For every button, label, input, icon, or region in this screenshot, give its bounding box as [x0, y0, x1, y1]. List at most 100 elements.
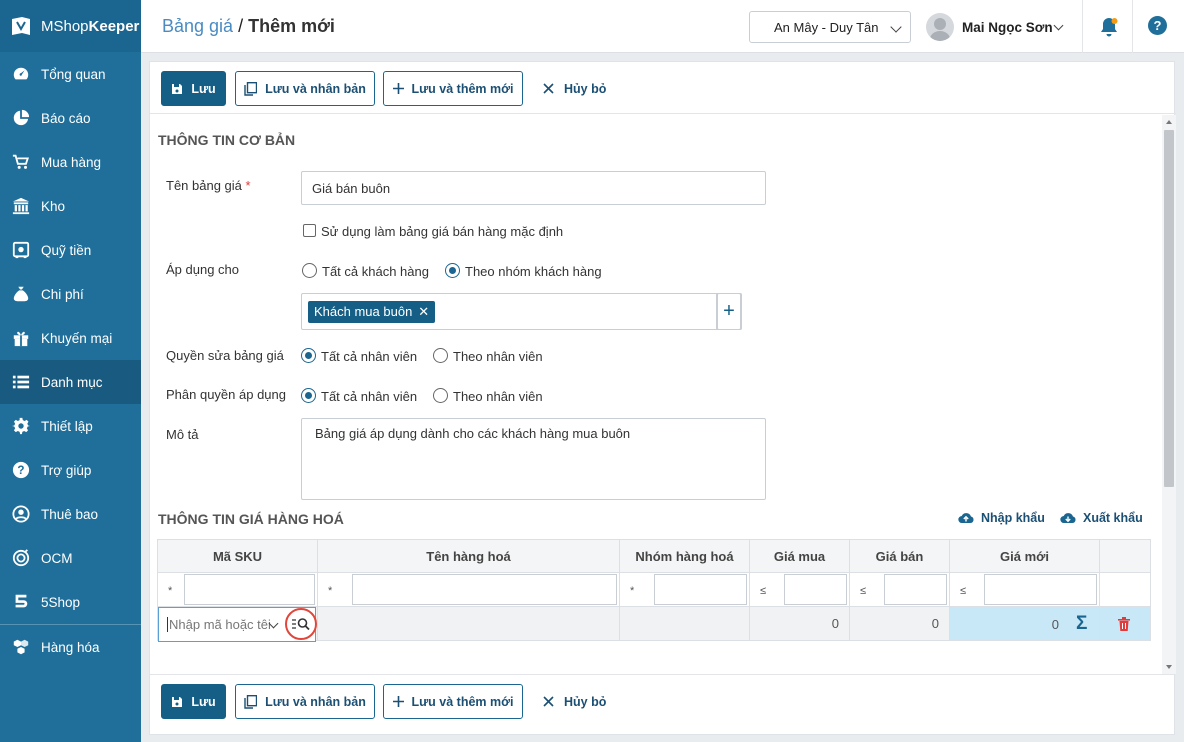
- sidebar-item-purchasing[interactable]: Mua hàng: [0, 140, 141, 184]
- filter-input[interactable]: [984, 574, 1097, 605]
- filter-input[interactable]: [654, 574, 747, 605]
- sidebar-item-label: Hàng hóa: [41, 639, 100, 655]
- column-header-sku[interactable]: Mã SKU: [157, 539, 318, 573]
- 5shop-icon: [11, 592, 31, 612]
- filter-new-price[interactable]: ≤: [949, 572, 1100, 607]
- save-copy-button[interactable]: Lưu và nhân bản: [235, 684, 375, 719]
- sidebar-item-label: Báo cáo: [41, 110, 91, 126]
- column-header-cost[interactable]: Giá mua: [749, 539, 850, 573]
- save-new-button[interactable]: Lưu và thêm mới: [383, 71, 523, 106]
- bottom-toolbar: Lưu Lưu và nhân bản Lưu và thêm mới Hủy …: [150, 674, 1176, 726]
- brand-logo[interactable]: MShopKeeper: [0, 0, 141, 52]
- form-scroll-area[interactable]: THÔNG TIN CƠ BẢN Tên bảng giá * Giá bán …: [150, 115, 1176, 674]
- sidebar-item-reports[interactable]: Báo cáo: [0, 96, 141, 140]
- column-header-name[interactable]: Tên hàng hoá: [317, 539, 620, 573]
- branch-select[interactable]: An Mây - Duy Tân: [749, 11, 911, 43]
- sidebar-item-overview[interactable]: Tổng quan: [0, 52, 141, 96]
- save-copy-button[interactable]: Lưu và nhân bản: [235, 71, 375, 106]
- column-header-actions: [1099, 539, 1151, 573]
- apply-all-customers-radio[interactable]: [302, 263, 317, 278]
- filter-input[interactable]: [784, 574, 847, 605]
- edit-all-staff-radio[interactable]: [301, 348, 316, 363]
- column-header-group[interactable]: Nhóm hàng hoá: [619, 539, 750, 573]
- column-header-new-price[interactable]: Giá mới: [949, 539, 1100, 573]
- bell-icon[interactable]: [1098, 16, 1120, 38]
- sidebar-item-help[interactable]: ? Trợ giúp: [0, 448, 141, 492]
- apply-all-staff-radio[interactable]: [301, 388, 316, 403]
- cancel-button[interactable]: Hủy bỏ: [543, 684, 606, 719]
- sidebar-item-label: Khuyến mại: [41, 330, 113, 346]
- cancel-label: Hủy bỏ: [564, 694, 607, 709]
- default-price-list-label: Sử dụng làm bảng giá bán hàng mặc định: [321, 224, 564, 239]
- cancel-button[interactable]: Hủy bỏ: [543, 71, 606, 106]
- filter-input[interactable]: [352, 574, 617, 605]
- avatar[interactable]: [926, 13, 954, 41]
- import-button[interactable]: Nhập khẩu: [958, 511, 1045, 525]
- boxes-icon: [11, 637, 31, 657]
- filter-price[interactable]: ≤: [849, 572, 950, 607]
- plus-icon: [392, 83, 404, 94]
- apply-by-staff-label: Theo nhân viên: [453, 389, 543, 404]
- apply-customer-group-radio[interactable]: [445, 263, 460, 278]
- ocm-icon: [11, 548, 31, 568]
- close-icon: [543, 696, 554, 707]
- table-row: Nhập mã hoặc têi 0 0 0 Σ: [157, 606, 1151, 642]
- breadcrumb-separator: /: [233, 16, 249, 36]
- default-price-list-checkbox[interactable]: [303, 224, 316, 237]
- edit-by-staff-radio[interactable]: [433, 348, 448, 363]
- sidebar-item-label: Danh mục: [41, 374, 103, 390]
- apply-by-staff-radio[interactable]: [433, 388, 448, 403]
- remove-tag-icon[interactable]: ✕: [418, 304, 429, 320]
- copy-icon: [244, 81, 258, 96]
- sidebar-item-subscription[interactable]: Thuê bao: [0, 492, 141, 536]
- trash-icon[interactable]: [1118, 617, 1130, 631]
- filter-cost[interactable]: ≤: [749, 572, 850, 607]
- page-title: Bảng giá / Thêm mới: [162, 16, 335, 37]
- filter-group[interactable]: *: [619, 572, 750, 607]
- filter-name[interactable]: *: [317, 572, 620, 607]
- chevron-down-icon[interactable]: [1053, 20, 1064, 31]
- export-button[interactable]: Xuất khẩu: [1060, 511, 1143, 525]
- top-header: Bảng giá / Thêm mới An Mây - Duy Tân Mai…: [141, 0, 1184, 53]
- gift-icon: [11, 328, 31, 348]
- save-button[interactable]: Lưu: [161, 684, 226, 719]
- scroll-down-arrow-icon[interactable]: [1166, 665, 1172, 669]
- scroll-up-arrow-icon[interactable]: [1166, 120, 1172, 124]
- vertical-scrollbar[interactable]: [1162, 115, 1176, 674]
- save-button[interactable]: Lưu: [161, 71, 226, 106]
- price-list-name-input[interactable]: Giá bán buôn: [301, 171, 766, 205]
- filter-sku[interactable]: *: [157, 572, 318, 607]
- customer-group-select[interactable]: Khách mua buôn ✕: [301, 293, 742, 330]
- brand-name: MShopKeeper: [41, 17, 140, 35]
- cart-icon: [11, 152, 31, 172]
- save-copy-label: Lưu và nhân bản: [265, 694, 366, 709]
- help-icon[interactable]: ?: [1148, 16, 1167, 35]
- sidebar-item-goods[interactable]: Hàng hóa: [0, 625, 141, 669]
- sidebar-item-5shop[interactable]: 5Shop: [0, 580, 141, 624]
- apply-customer-group-label: Theo nhóm khách hàng: [465, 264, 602, 279]
- product-search-button[interactable]: [285, 608, 317, 640]
- sku-cell[interactable]: Nhập mã hoặc têi: [157, 606, 318, 642]
- sidebar-item-label: Quỹ tiền: [41, 242, 92, 258]
- user-name[interactable]: Mai Ngọc Sơn: [962, 20, 1053, 35]
- filter-input[interactable]: [884, 574, 947, 605]
- description-label: Mô tả: [166, 427, 199, 442]
- save-new-label: Lưu và thêm mới: [411, 81, 514, 96]
- name-cell: [317, 606, 620, 641]
- scrollbar-thumb[interactable]: [1164, 130, 1174, 487]
- sigma-icon[interactable]: Σ: [1076, 613, 1087, 635]
- description-textarea[interactable]: Bảng giá áp dụng dành cho các khách hàng…: [301, 418, 766, 500]
- sidebar-item-ocm[interactable]: OCM: [0, 536, 141, 580]
- save-new-button[interactable]: Lưu và thêm mới: [383, 684, 523, 719]
- sidebar-item-settings[interactable]: Thiết lập: [0, 404, 141, 448]
- sidebar-item-warehouse[interactable]: Kho: [0, 184, 141, 228]
- sidebar-item-cash[interactable]: Quỹ tiền: [0, 228, 141, 272]
- sidebar-item-promotions[interactable]: Khuyến mại: [0, 316, 141, 360]
- filter-input[interactable]: [184, 574, 315, 605]
- sidebar-item-expenses[interactable]: Chi phí: [0, 272, 141, 316]
- column-header-price[interactable]: Giá bán: [849, 539, 950, 573]
- money-bag-icon: [11, 284, 31, 304]
- plus-icon[interactable]: +: [717, 293, 741, 330]
- sidebar-item-categories[interactable]: Danh mục: [0, 360, 141, 404]
- breadcrumb-price-list[interactable]: Bảng giá: [162, 16, 233, 36]
